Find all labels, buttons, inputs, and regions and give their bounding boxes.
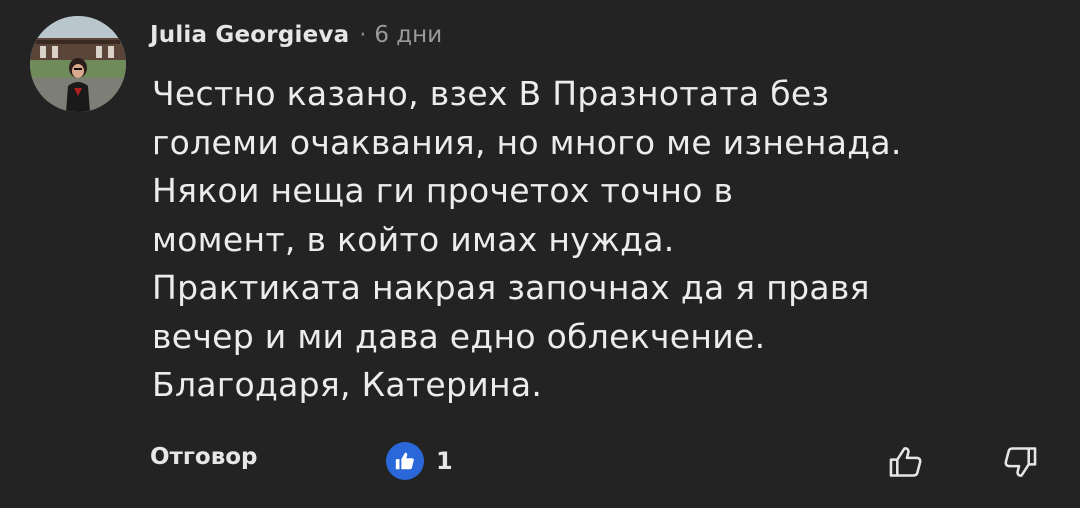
reaction-summary[interactable]: 1 bbox=[386, 442, 453, 480]
comment-actions: Отговор 1 bbox=[150, 440, 1050, 484]
thumbs-up-icon bbox=[386, 442, 424, 480]
upvote-button[interactable] bbox=[884, 440, 928, 484]
header-separator: · bbox=[359, 22, 367, 48]
comment-timestamp: 6 дни bbox=[374, 22, 443, 48]
user-avatar-photo-icon bbox=[30, 16, 126, 112]
downvote-button[interactable] bbox=[998, 440, 1042, 484]
like-count: 1 bbox=[436, 447, 453, 475]
thumbs-down-outline-icon bbox=[1004, 447, 1037, 477]
comment-card: Julia Georgieva · 6 дни Честно казано, в… bbox=[0, 0, 1080, 508]
thumbs-up-outline-icon bbox=[889, 447, 922, 477]
author-name[interactable]: Julia Georgieva bbox=[150, 22, 349, 48]
reply-button[interactable]: Отговор bbox=[150, 444, 258, 470]
comment-header: Julia Georgieva · 6 дни bbox=[150, 18, 442, 52]
comment-text: Честно казано, взех В Празнотата без гол… bbox=[152, 74, 902, 404]
avatar[interactable] bbox=[30, 16, 126, 112]
